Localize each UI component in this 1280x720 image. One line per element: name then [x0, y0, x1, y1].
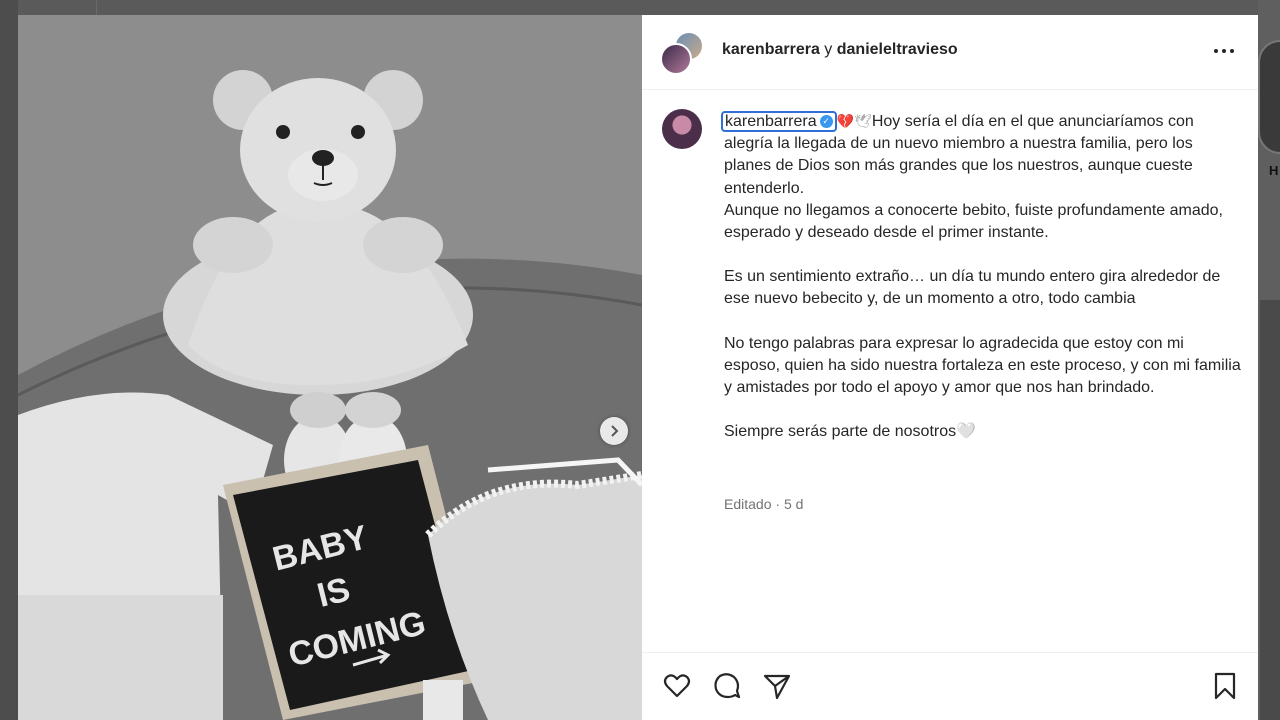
paper-plane-icon	[763, 674, 791, 700]
ellipsis-dot	[1222, 49, 1226, 53]
comment-bubble-icon	[714, 673, 741, 699]
action-bar	[642, 652, 1258, 720]
background-label: H	[1269, 163, 1279, 178]
post-header: karenbarrera y danieleltravieso	[642, 15, 1258, 90]
caption-line1: Aunque no llegamos a conocerte bebito, f…	[724, 201, 1223, 242]
more-options-button[interactable]	[1210, 41, 1238, 61]
edited-label: Editado	[724, 496, 772, 512]
caption-paragraph-2: Es un sentimiento extraño… un día tu mun…	[724, 268, 1221, 308]
caption-author-avatar[interactable]	[662, 109, 702, 149]
collab-avatars[interactable]	[660, 31, 704, 75]
post-modal: BABY IS COMING karenbarrera y danieleltr…	[18, 15, 1258, 720]
post-photo: BABY IS COMING	[18, 15, 642, 720]
post-time[interactable]: 5 d	[784, 496, 803, 512]
heart-outline-icon	[663, 674, 691, 698]
caption-username: karenbarrera	[725, 113, 817, 130]
save-button[interactable]	[1210, 671, 1240, 701]
header-user1-link[interactable]: karenbarrera	[722, 41, 820, 58]
ellipsis-dot	[1230, 49, 1234, 53]
background-story-avatar	[1258, 40, 1280, 154]
caption-meta: Editado · 5 d	[724, 496, 803, 512]
caption-username-link[interactable]: karenbarrera ✓	[721, 111, 837, 132]
caption-paragraph-4: Siempre serás parte de nosotros	[724, 423, 957, 441]
header-title: karenbarrera y danieleltravieso	[722, 41, 958, 59]
broken-heart-icon: 💔	[836, 113, 855, 129]
verified-badge-icon: ✓	[819, 115, 833, 129]
comment-button[interactable]	[712, 671, 742, 701]
avatar-karenbarrera	[660, 43, 692, 75]
caption-paragraph-3: No tengo palabras para expresar lo agrad…	[724, 334, 1241, 397]
ellipsis-icon	[1214, 49, 1218, 53]
like-button[interactable]	[662, 671, 692, 701]
white-heart-icon: 🤍	[956, 423, 977, 441]
meta-separator: ·	[775, 496, 781, 512]
post-image: BABY IS COMING	[18, 15, 642, 720]
chevron-right-icon	[611, 425, 619, 437]
background-left	[0, 0, 18, 720]
bookmark-icon	[1214, 672, 1236, 700]
dove-icon: 🕊	[854, 113, 872, 129]
post-caption: karenbarrera ✓ 💔🕊Hoy sería el día en el qu…	[721, 110, 1244, 443]
next-image-button[interactable]	[600, 417, 628, 445]
background-right-image	[1260, 300, 1280, 720]
post-details-panel: karenbarrera y danieleltravieso karenbar…	[642, 15, 1258, 720]
header-user2-link[interactable]: danieleltravieso	[837, 41, 958, 58]
share-button[interactable]	[762, 671, 792, 701]
header-conjunction: y	[824, 41, 833, 58]
